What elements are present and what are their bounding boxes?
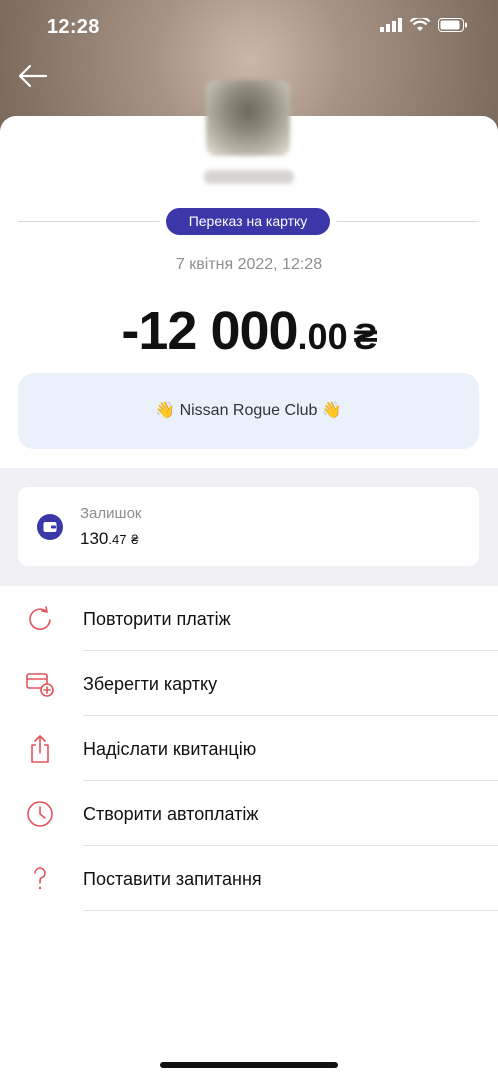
transaction-date: 7 квітня 2022, 12:28: [175, 256, 323, 273]
create-autopay-label: Створити автоплатіж: [83, 804, 259, 824]
balance-card: Залишок 130.47 ₴: [18, 487, 479, 566]
create-autopay-button[interactable]: Створити автоплатіж: [0, 781, 498, 846]
ask-question-label: Поставити запитання: [83, 869, 262, 889]
actions-list: Повторити платіж Зберегти картку Надісла…: [0, 586, 498, 911]
repeat-icon: [29, 606, 51, 630]
repeat-payment-button[interactable]: Повторити платіж: [0, 586, 498, 651]
cellular-signal-icon: [380, 18, 402, 32]
amount-cents: .00: [297, 316, 348, 357]
save-card-label: Зберегти картку: [83, 674, 218, 694]
amount-currency: ₴: [353, 316, 378, 357]
question-icon: [34, 867, 46, 890]
amount-main: -12 000: [121, 301, 298, 361]
battery-icon: [438, 18, 467, 32]
divider-right: [336, 221, 479, 222]
home-indicator: [160, 1062, 338, 1068]
transaction-comment: 👋 Nissan Rogue Club 👋: [18, 373, 479, 449]
balance-cents: .47: [108, 532, 127, 547]
share-icon: [31, 735, 49, 763]
status-time: 12:28: [47, 16, 100, 38]
balance-label: Залишок: [80, 505, 142, 522]
ask-question-button[interactable]: Поставити запитання: [0, 846, 498, 911]
row-separator: [83, 910, 498, 911]
transaction-type-badge: Переказ на картку: [166, 208, 330, 235]
arrow-left-icon: [18, 64, 48, 88]
back-button[interactable]: [14, 58, 54, 94]
save-card-icon: [26, 673, 54, 697]
status-icons: [380, 18, 468, 32]
save-card-button[interactable]: Зберегти картку: [0, 651, 498, 716]
balance-currency: ₴: [131, 532, 139, 547]
clock-icon: [27, 801, 53, 827]
wallet-icon: [37, 514, 63, 540]
balance-main: 130: [80, 529, 109, 548]
send-receipt-label: Надіслати квитанцію: [83, 739, 257, 759]
avatar: [206, 80, 290, 156]
send-receipt-button[interactable]: Надіслати квитанцію: [0, 716, 498, 781]
transaction-amount: -12 000.00 ₴: [0, 300, 498, 362]
repeat-payment-label: Повторити платіж: [83, 609, 231, 629]
status-bar: 12:28: [0, 0, 498, 54]
wifi-icon: [410, 18, 430, 31]
divider-left: [18, 221, 160, 222]
recipient-name-blurred: [204, 170, 294, 184]
balance-value: 130.47 ₴: [80, 529, 138, 549]
